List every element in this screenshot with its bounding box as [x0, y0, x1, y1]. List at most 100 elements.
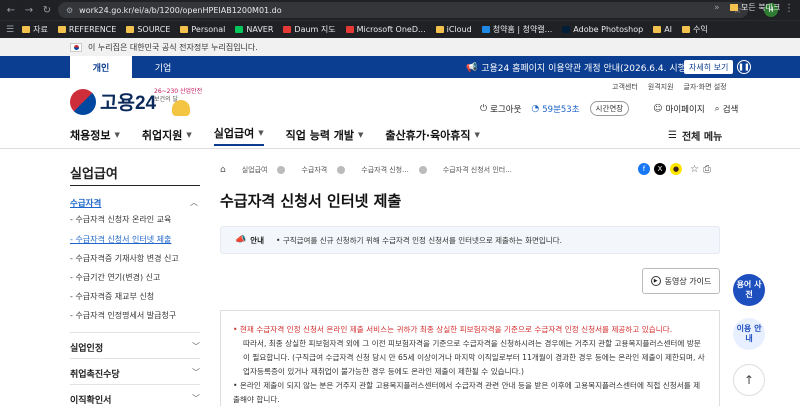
guide-box: 📣 안내 • 구직급여를 신규 신청하기 위해 수급자격 인정 신청서를 인터넷… [220, 226, 720, 254]
info-paragraph: 따라서, 최종 상실한 피보험자격 외에 그 이전 피보험자격을 기준으로 수급… [243, 339, 705, 376]
pause-icon[interactable]: ❚❚ [737, 60, 751, 74]
sidebar-item[interactable]: - 수급자격 인정명세서 발급청구 [70, 310, 176, 321]
share-tools: f X ● ☆ ⎙ [638, 163, 711, 175]
folder-icon [730, 4, 738, 11]
extend-session-button[interactable]: 시간연장 [589, 101, 630, 116]
bookmark-item[interactable]: AI [653, 25, 672, 34]
all-menu-button[interactable]: ☰ 전체 메뉴 [668, 128, 722, 143]
korean-flag-icon [70, 42, 82, 52]
video-guide-button[interactable]: ▶ 동영상 가이드 [642, 268, 720, 294]
chevron-up-icon[interactable]: ︿ [190, 197, 198, 208]
sidebar-item[interactable]: - 수급자격 신청자 온라인 교육 [70, 214, 171, 225]
scroll-top-icon[interactable]: ↑ [733, 364, 765, 396]
bookmark-item[interactable]: Personal [180, 25, 225, 34]
user-controls: ⏻ 로그아웃 ◔ 59분53초 시간연장 ☺ 마이페이지 ⌕ 검색 [480, 101, 748, 116]
sidebar-group-promotion-allowance[interactable]: 취업촉진수당 ﹀ [70, 358, 200, 380]
bookmark-item[interactable]: REFERENCE [57, 25, 116, 34]
nav-item-unemployment-benefit[interactable]: 실업급여 ▼ [213, 125, 264, 146]
reload-icon[interactable]: ↻ [40, 5, 54, 16]
usage-guide-button[interactable]: 이용 안내 [733, 318, 765, 350]
nav-item-vocational-training[interactable]: 직업 능력 개발 ▼ [286, 127, 364, 143]
sidebar-item-active[interactable]: - 수급자격 신청서 인터넷 제출 [70, 234, 171, 245]
info-box: • 현재 수급자격 인정 신청서 온라인 제출 서비스는 귀하가 최종 상실한 … [220, 310, 720, 406]
sidebar-group-recognition[interactable]: 실업인정 ﹀ [70, 332, 200, 354]
hamburger-icon: ☰ [668, 130, 677, 141]
facebook-icon[interactable]: f [638, 163, 650, 175]
glossary-button[interactable]: 용어 사전 [733, 274, 765, 306]
bookmark-item[interactable]: 청약홈 | 청약캘... [481, 24, 552, 35]
sidebar-divider [70, 185, 200, 186]
sidebar-title: 실업급여 [70, 167, 118, 182]
tab-company[interactable]: 기업 [132, 56, 194, 78]
forward-icon[interactable]: → [22, 5, 36, 16]
photoshop-icon [562, 26, 571, 33]
home-icon[interactable]: ⌂ [220, 165, 226, 175]
sidebar-item[interactable]: - 수급자격증 기재사항 변경 신고 [70, 253, 179, 264]
megaphone-icon: 📣 [235, 235, 247, 245]
bookmark-item[interactable]: Microsoft OneD... [345, 25, 426, 34]
chevron-down-icon: ﹀ [192, 394, 200, 403]
bookmark-item[interactable]: Adobe Photoshop [562, 25, 643, 34]
breadcrumb-item[interactable]: 수급자격 신청... [361, 165, 427, 175]
site-info-icon[interactable]: ⚙ [66, 6, 73, 15]
chevron-down-icon: ▼ [258, 128, 264, 137]
page-title: 수급자격 신청서 인터넷 제출 [220, 192, 402, 210]
nav-item-parental-leave[interactable]: 출산휴가·육아휴직 ▼ [385, 127, 480, 143]
mypage-link[interactable]: ☺ 마이페이지 [653, 103, 705, 115]
apps-icon[interactable]: ☰ [6, 25, 14, 35]
sidebar-group-separation-cert[interactable]: 이직확인서 ﹀ [70, 384, 200, 406]
sidebar-category[interactable]: 수급자격 [70, 197, 101, 209]
logo-text: 고용24 [100, 93, 157, 114]
nav-divider [0, 148, 800, 149]
back-icon[interactable]: ← [4, 5, 18, 16]
breadcrumb-item[interactable]: 실업급여 [242, 165, 286, 175]
logout-button[interactable]: ⏻ 로그아웃 [480, 103, 521, 115]
onedrive-icon [345, 26, 354, 33]
clock-icon: ◔ [531, 103, 540, 114]
bookmark-item[interactable]: iCloud [435, 25, 472, 34]
gov-banner: 이 누리집은 대한민국 공식 전자정부 누리집입니다. [0, 38, 800, 56]
sidebar-item[interactable]: - 수급자격증 재교부 신청 [70, 291, 154, 302]
all-bookmarks[interactable]: 모든 북마크 [730, 2, 780, 13]
utility-links: 고객센터 원격지원 글자·화면 설정 [602, 82, 727, 92]
notice-detail-button[interactable]: 자세히 보기 [684, 60, 734, 74]
gov-banner-text: 이 누리집은 대한민국 공식 전자정부 누리집입니다. [88, 42, 258, 52]
customer-center-link[interactable]: 고객센터 [612, 82, 638, 92]
folder-icon [682, 26, 691, 33]
remote-support-link[interactable]: 원격지원 [648, 82, 674, 92]
folder-icon [435, 26, 444, 33]
nav-item-jobs[interactable]: 채용정보 ▼ [70, 127, 120, 143]
bookmark-item[interactable]: Daum 지도 [283, 24, 336, 35]
favorite-star-icon[interactable]: ☆ [690, 164, 699, 175]
chevron-down-icon: ▼ [358, 131, 364, 139]
bookmark-item[interactable]: NAVER [235, 25, 273, 34]
bookmark-item[interactable]: 자료 [22, 24, 48, 35]
dropdown-icon[interactable] [277, 166, 286, 174]
bookmark-item[interactable]: 수익 [682, 24, 708, 35]
guide-text: • 구직급여를 신규 신청하기 위해 수급자격 인정 신청서를 인터넷으로 제출… [276, 235, 562, 245]
folder-icon [180, 26, 189, 33]
applyhome-icon [481, 26, 490, 33]
url-text[interactable]: work24.go.kr/ei/a/b/1200/openHPEIAB1200M… [79, 6, 281, 15]
breadcrumb-item[interactable]: 수급자격 신청서 인터... [443, 165, 512, 175]
tab-person[interactable]: 개인 [70, 56, 132, 78]
site-logo[interactable]: 고용24 [70, 88, 156, 115]
chevron-down-icon: ▼ [474, 131, 480, 139]
search-button[interactable]: ⌕ 검색 [715, 103, 739, 115]
sidebar-item[interactable]: - 수급기간 연기(변경) 신고 [70, 272, 160, 283]
guide-label: 안내 [250, 235, 265, 245]
display-settings-link[interactable]: 글자·화면 설정 [684, 82, 727, 92]
dropdown-icon[interactable] [418, 166, 427, 174]
daum-map-icon [283, 26, 292, 33]
more-bookmarks-icon[interactable]: » [714, 3, 720, 13]
breadcrumb-item[interactable]: 수급자격 [301, 165, 346, 175]
kakao-icon[interactable]: ● [670, 163, 682, 175]
address-bar[interactable]: ⚙ work24.go.kr/ei/a/b/1200/openHPEIAB120… [58, 2, 748, 18]
notice-banner[interactable]: 📢 고용24 홈페이지 이용약관 개정 안내(2026.6.4. 시행) [466, 61, 689, 75]
browser-menu-icon[interactable]: ⋮ [784, 3, 794, 14]
dropdown-icon[interactable] [337, 166, 346, 174]
nav-item-employment-support[interactable]: 취업지원 ▼ [142, 127, 192, 143]
x-icon[interactable]: X [654, 163, 666, 175]
print-icon[interactable]: ⎙ [703, 164, 711, 175]
bookmark-item[interactable]: SOURCE [126, 25, 170, 34]
